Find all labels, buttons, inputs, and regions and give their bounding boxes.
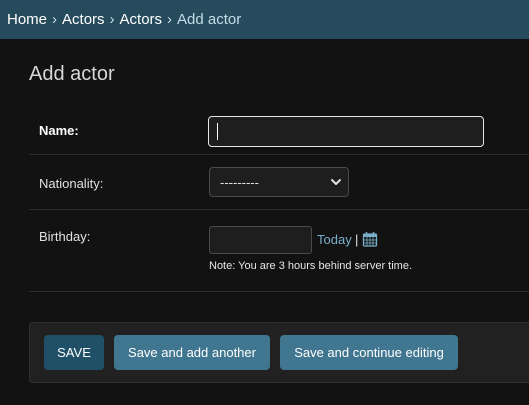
breadcrumb: Home › Actors › Actors › Add actor [0, 0, 529, 39]
form-row-name: Name: [29, 107, 529, 155]
chevron-down-icon [331, 179, 341, 185]
form-row-birthday: Birthday: Today | Note: You are 3 hours … [29, 210, 529, 292]
nationality-select[interactable]: --------- [209, 167, 349, 197]
breadcrumb-current: Add actor [177, 11, 242, 28]
text-caret [217, 123, 218, 140]
birthday-input[interactable] [209, 226, 312, 254]
breadcrumb-separator: › [52, 11, 58, 28]
save-and-add-another-button[interactable]: Save and add another [114, 335, 270, 370]
breadcrumb-home[interactable]: Home [7, 11, 47, 28]
name-input[interactable] [208, 116, 484, 147]
today-link[interactable]: Today [317, 232, 352, 247]
breadcrumb-model[interactable]: Actors [120, 11, 163, 28]
submit-row: SAVE Save and add another Save and conti… [29, 322, 529, 383]
birthday-label: Birthday: [39, 229, 91, 244]
shortcut-separator: | [355, 232, 359, 247]
save-button[interactable]: SAVE [44, 335, 104, 370]
breadcrumb-separator: › [167, 11, 173, 28]
breadcrumb-app[interactable]: Actors [62, 11, 105, 28]
page-title: Add actor [29, 63, 115, 85]
calendar-icon[interactable] [362, 231, 378, 247]
nationality-selected-value: --------- [220, 174, 259, 190]
form-row-nationality: Nationality: --------- [29, 155, 529, 210]
nationality-label: Nationality: [39, 176, 104, 191]
timezone-note: Note: You are 3 hours behind server time… [209, 260, 413, 272]
name-label: Name: [39, 123, 79, 138]
save-and-continue-button[interactable]: Save and continue editing [280, 335, 458, 370]
breadcrumb-separator: › [109, 11, 115, 28]
